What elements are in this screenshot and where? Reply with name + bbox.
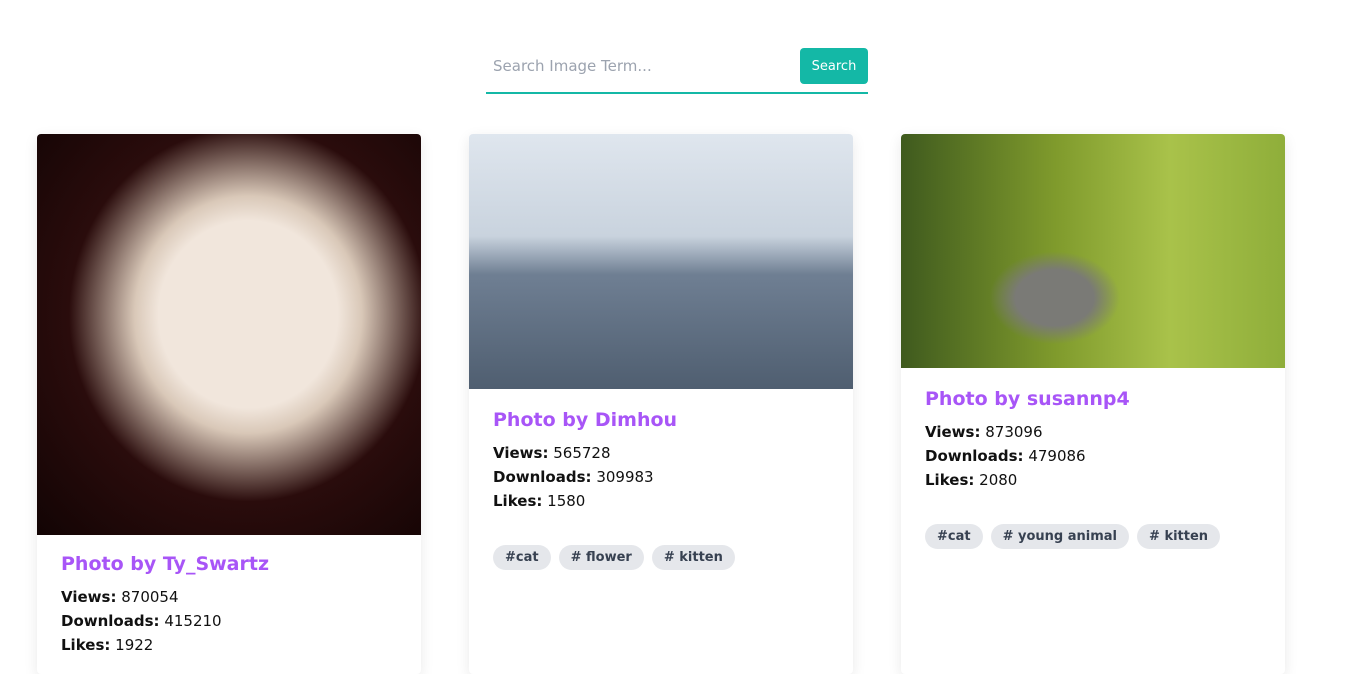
tag[interactable]: # young animal	[990, 524, 1130, 549]
views-label: Views:	[925, 423, 981, 441]
views-label: Views:	[61, 588, 117, 606]
card-title: Photo by susannp4	[925, 388, 1130, 410]
likes-label: Likes:	[61, 636, 111, 654]
card-title: Photo by Ty_Swartz	[61, 553, 270, 575]
tag[interactable]: #cat	[925, 524, 983, 549]
image-card: Photo by Ty_Swartz Views: 870054 Downloa…	[37, 134, 421, 674]
downloads-value: 415210	[164, 612, 222, 630]
likes-value: 2080	[979, 471, 1018, 489]
search-button[interactable]: Search	[800, 48, 868, 84]
tag[interactable]: # flower	[558, 545, 644, 570]
views-value: 870054	[121, 588, 179, 606]
downloads-value: 479086	[1028, 447, 1086, 465]
likes-value: 1922	[115, 636, 154, 654]
views-label: Views:	[493, 444, 549, 462]
search-form: Search	[486, 48, 868, 94]
likes-label: Likes:	[493, 492, 543, 510]
kitten-image[interactable]	[469, 134, 853, 389]
downloads-value: 309983	[596, 468, 654, 486]
tag[interactable]: #cat	[493, 545, 551, 570]
kitten-image[interactable]	[37, 134, 421, 535]
downloads-label: Downloads:	[61, 612, 160, 630]
likes-label: Likes:	[925, 471, 975, 489]
kitten-image[interactable]	[901, 134, 1285, 368]
image-card: Photo by susannp4 Views: 873096 Download…	[901, 134, 1285, 674]
downloads-label: Downloads:	[493, 468, 592, 486]
image-card: Photo by Dimhou Views: 565728 Downloads:…	[469, 134, 853, 674]
card-title: Photo by Dimhou	[493, 409, 678, 431]
tag[interactable]: # kitten	[1137, 524, 1221, 549]
views-value: 565728	[553, 444, 611, 462]
likes-value: 1580	[547, 492, 586, 510]
tag[interactable]: # kitten	[651, 545, 735, 570]
downloads-label: Downloads:	[925, 447, 1024, 465]
search-input[interactable]	[486, 48, 800, 84]
views-value: 873096	[985, 423, 1043, 441]
